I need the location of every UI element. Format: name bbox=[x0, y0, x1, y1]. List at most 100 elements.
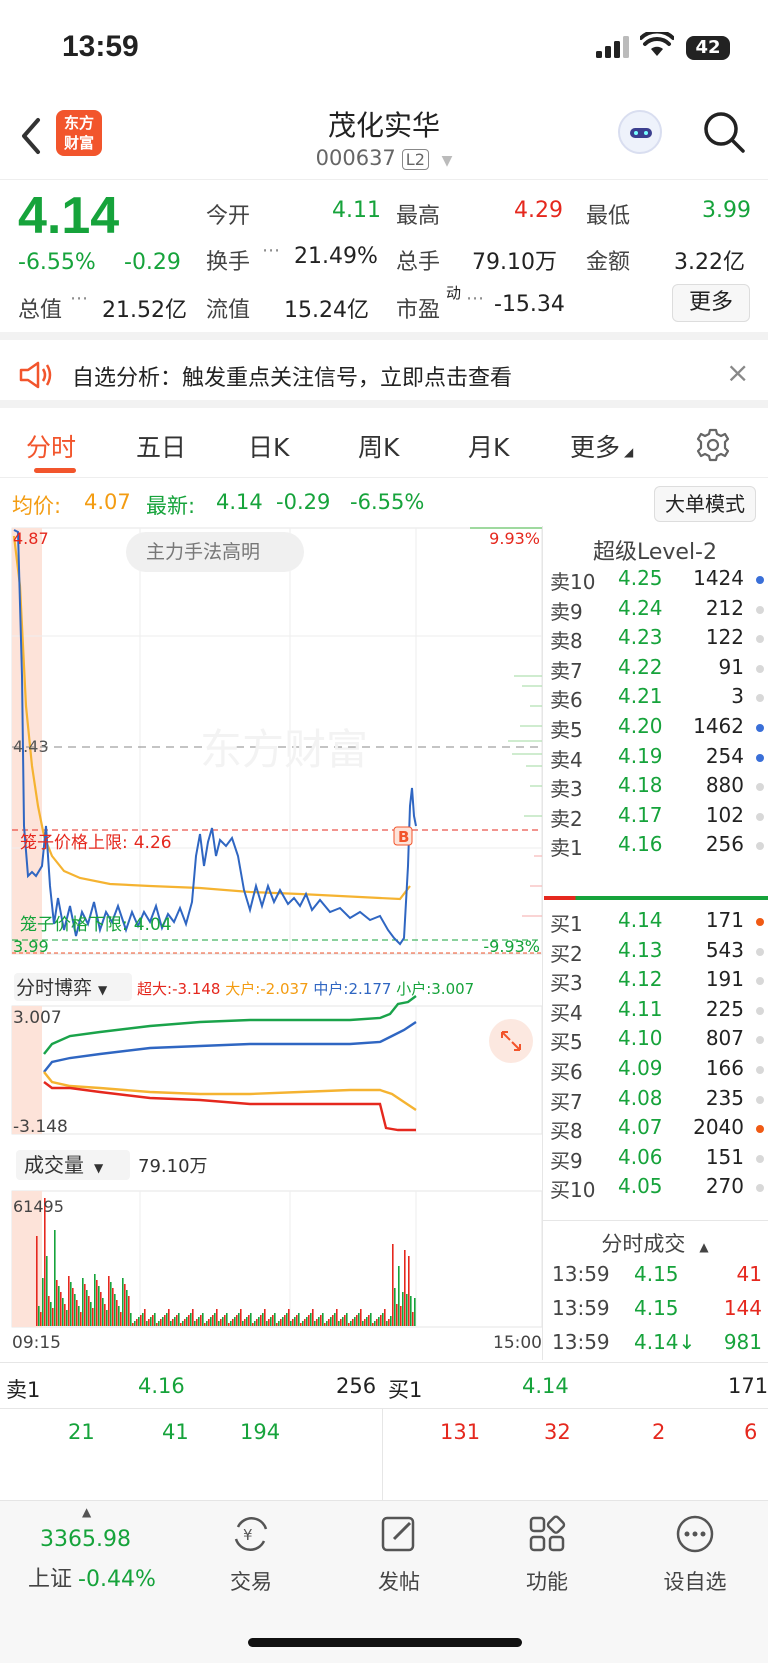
intraday-chart[interactable]: 东方财富 B 主力手法高明 4.87 4.43 3.99 9.93% -9.93… bbox=[0, 526, 545, 1356]
tick-row: 13:59 4.15 144 bbox=[552, 1296, 762, 1326]
tab-weekly-k[interactable]: 周K bbox=[358, 428, 399, 464]
volume-value: 79.10万 bbox=[472, 250, 557, 275]
level-volume: 3 bbox=[731, 684, 744, 709]
buy-level-row[interactable]: 买5 4.10 807 bbox=[548, 1026, 768, 1056]
volume-bar bbox=[378, 1317, 380, 1326]
volume-bar bbox=[276, 1323, 278, 1326]
info-icon[interactable]: ⋯ bbox=[262, 240, 280, 261]
tab-daily-k[interactable]: 日K bbox=[248, 428, 289, 464]
level-price: 4.18 bbox=[618, 773, 663, 798]
volume-bar bbox=[386, 1321, 388, 1326]
sell-level-row[interactable]: 卖3 4.18 880 bbox=[548, 773, 768, 803]
tab-more[interactable]: 更多 ◢ bbox=[570, 428, 633, 464]
volume-bar bbox=[176, 1315, 178, 1326]
sell-level-row[interactable]: 卖2 4.17 102 bbox=[548, 803, 768, 833]
volume-bar bbox=[124, 1284, 126, 1326]
volume-bar bbox=[152, 1315, 154, 1326]
buy-level-row[interactable]: 买8 4.07 2040 bbox=[548, 1115, 768, 1145]
sell-level-row[interactable]: 卖10 4.25 1424 bbox=[548, 566, 768, 596]
trade-icon: ¥ bbox=[234, 1517, 268, 1551]
high-label: 最高 bbox=[396, 204, 441, 229]
volume-bar bbox=[338, 1321, 340, 1326]
volume-bar bbox=[376, 1319, 378, 1326]
change-value: -0.29 bbox=[124, 250, 181, 275]
sell-level-row[interactable]: 卖6 4.21 3 bbox=[548, 684, 768, 714]
index-value[interactable]: 3365.98 bbox=[40, 1527, 131, 1552]
sell-level-row[interactable]: 卖5 4.20 1462 bbox=[548, 714, 768, 744]
settings-gear-icon[interactable] bbox=[696, 428, 730, 462]
buy-level-row[interactable]: 买1 4.14 171 bbox=[548, 908, 768, 938]
tab-monthly-k[interactable]: 月K bbox=[468, 428, 509, 464]
high-value: 4.29 bbox=[514, 198, 563, 223]
index-row[interactable]: 上证 -0.44% bbox=[28, 1561, 156, 1593]
buy-level-row[interactable]: 买2 4.13 543 bbox=[548, 938, 768, 968]
volume-bar bbox=[310, 1313, 312, 1326]
pe-superscript: 动 bbox=[446, 284, 462, 302]
buy-level-row[interactable]: 买3 4.12 191 bbox=[548, 967, 768, 997]
level-label: 卖7 bbox=[550, 658, 583, 683]
nav-trade[interactable]: ¥ 交易 bbox=[196, 1513, 306, 1596]
pct-top-label: 9.93% bbox=[489, 529, 540, 548]
volume-bar bbox=[84, 1284, 86, 1326]
level-price: 4.07 bbox=[618, 1115, 663, 1140]
buy-level-row[interactable]: 买7 4.08 235 bbox=[548, 1086, 768, 1116]
volume-bar bbox=[292, 1319, 294, 1326]
volume-bar bbox=[262, 1313, 264, 1326]
sell-level-row[interactable]: 卖9 4.24 212 bbox=[548, 596, 768, 626]
sell-level-row[interactable]: 卖7 4.22 91 bbox=[548, 655, 768, 685]
tab-five-day[interactable]: 五日 bbox=[136, 428, 186, 464]
tick-volume: 144 bbox=[723, 1296, 762, 1320]
volume-bar bbox=[158, 1321, 160, 1326]
level-price: 4.10 bbox=[618, 1026, 663, 1051]
info-icon[interactable]: ⋯ bbox=[466, 288, 484, 309]
nav-post[interactable]: 发帖 bbox=[344, 1513, 454, 1596]
level-volume: 807 bbox=[705, 1026, 744, 1051]
sell-level-row[interactable]: 卖8 4.23 122 bbox=[548, 625, 768, 655]
volume-bar bbox=[74, 1294, 76, 1326]
buy-level-row[interactable]: 买6 4.09 166 bbox=[548, 1056, 768, 1086]
volume-bar bbox=[142, 1313, 144, 1326]
sell-level-row[interactable]: 卖4 4.19 254 bbox=[548, 744, 768, 774]
volume-bar bbox=[304, 1319, 306, 1326]
level-label: 买10 bbox=[550, 1178, 596, 1203]
volume-bar bbox=[110, 1282, 112, 1326]
level-label: 卖9 bbox=[550, 599, 583, 624]
more-button[interactable]: 更多 bbox=[672, 284, 750, 322]
tab-intraday[interactable]: 分时 bbox=[26, 428, 76, 464]
volume-total: 79.10万 bbox=[138, 1156, 208, 1177]
robot-avatar-icon[interactable] bbox=[618, 110, 662, 154]
tick-price: 4.15 bbox=[634, 1296, 679, 1320]
upper-limit-value: 4.26 bbox=[134, 833, 172, 853]
volume-bar bbox=[254, 1321, 256, 1326]
big-order-mode-button[interactable]: 大单模式 bbox=[654, 486, 756, 522]
volume-title: 成交量 bbox=[24, 1153, 84, 1177]
info-icon[interactable]: ⋯ bbox=[70, 288, 88, 309]
volume-bar bbox=[264, 1309, 266, 1326]
orderbook-title: 超级Level-2 bbox=[592, 540, 717, 565]
volume-bar bbox=[224, 1315, 226, 1326]
mid-investor-line bbox=[43, 1021, 417, 1073]
notice-bar[interactable]: 自选分析：触发重点关注信号，立即点击查看 × bbox=[0, 340, 768, 408]
volume-bar bbox=[288, 1309, 290, 1326]
volume-bar bbox=[180, 1323, 182, 1326]
lower-limit-label: 笼子价格下限: bbox=[20, 915, 128, 935]
volume-bar bbox=[106, 1310, 108, 1326]
search-icon[interactable] bbox=[702, 110, 746, 154]
volume-bar bbox=[98, 1286, 100, 1326]
level-label: 卖1 bbox=[550, 836, 583, 861]
ticks-title[interactable]: 分时成交 ▲ bbox=[542, 1228, 768, 1258]
nav-functions[interactable]: 功能 bbox=[492, 1513, 602, 1596]
sell-level-row[interactable]: 卖1 4.16 256 bbox=[548, 832, 768, 862]
buy-level-row[interactable]: 买4 4.11 225 bbox=[548, 997, 768, 1027]
volume-bar bbox=[296, 1315, 298, 1326]
close-icon[interactable]: × bbox=[726, 356, 749, 389]
level-volume: 225 bbox=[705, 996, 744, 1021]
buy-level-row[interactable]: 买10 4.05 270 bbox=[548, 1174, 768, 1204]
buy-level-row[interactable]: 买9 4.06 151 bbox=[548, 1145, 768, 1175]
price-mid-label: 4.43 bbox=[13, 737, 49, 756]
level-price: 4.06 bbox=[618, 1144, 663, 1169]
nav-add-watchlist[interactable]: 设自选 bbox=[640, 1513, 750, 1596]
volume-bar bbox=[68, 1276, 70, 1326]
volume-bar bbox=[38, 1306, 40, 1326]
level-volume: 2040 bbox=[693, 1115, 744, 1140]
